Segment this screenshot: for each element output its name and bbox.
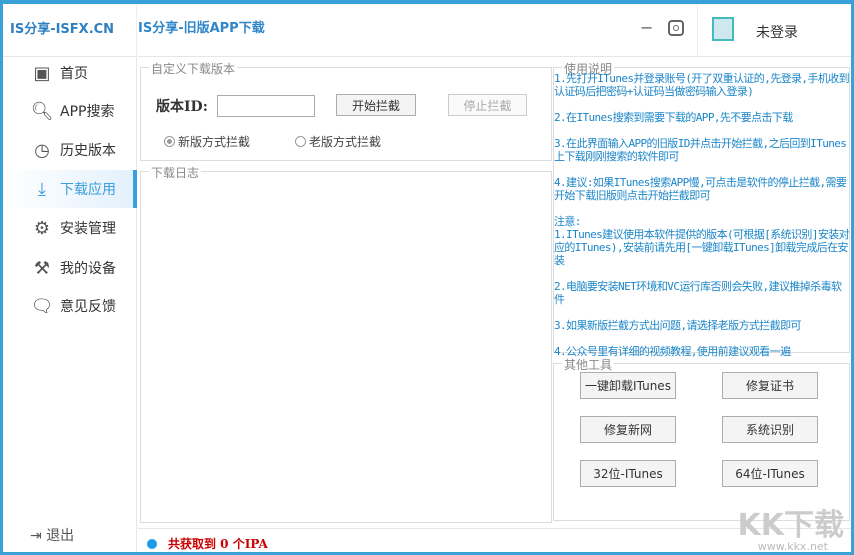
start-intercept-button[interactable]: 开始拦截 [336,94,416,116]
sidebar-item-install[interactable]: ⚙ 安装管理 [3,209,137,247]
logout-label: 退出 [46,528,75,544]
instructions-text: 1.先打开ITunes并登录账号(开了双重认证的,先登录,手机收到认证码后把密码… [554,72,850,371]
sidebar-item-app-search[interactable]: 🔍︎ APP搜索 [3,92,137,130]
app-brand: IS分享-ISFX.CN [10,22,115,37]
radio-checked-icon [164,136,175,147]
uninstall-itunes-button[interactable]: 一键卸载ITunes [580,372,676,399]
stop-intercept-button[interactable]: 停止拦截 [448,94,527,116]
instruction-item: 2.在ITunes搜索到需要下载的APP,先不要点击下载 [554,111,793,124]
version-id-input[interactable] [217,95,315,117]
settings-icon[interactable] [668,20,684,36]
status-text: 共获取到 0 个IPA [168,537,268,551]
sidebar-item-history[interactable]: ◷ 历史版本 [3,131,137,169]
watermark-url: www.kkx.net [757,540,828,553]
feedback-icon: 🗨 [30,295,54,317]
sidebar-item-feedback[interactable]: 🗨 意见反馈 [3,287,137,325]
avatar[interactable] [712,17,734,41]
watermark-logo: KK下载 [737,508,845,543]
instruction-item: 3.如果新版拦截方式出问题,请选择老版方式拦截即可 [554,319,801,332]
repair-network-button[interactable]: 修复新网 [580,416,676,443]
download-log-group: 下载日志 [140,164,552,523]
page-title: IS分享-旧版APP下载 [138,21,265,36]
logout-button[interactable]: ⇥ 退出 [30,525,74,545]
sidebar-item-label: 意见反馈 [60,299,116,315]
divider [136,4,137,57]
title-bar: IS分享-ISFX.CN IS分享-旧版APP下载 − 未登录 [0,0,854,57]
logout-icon: ⇥ [30,528,47,544]
sidebar-item-devices[interactable]: ⚒ 我的设备 [3,249,137,287]
radio-new-mode[interactable]: 新版方式拦截 [164,133,250,150]
sidebar-item-label: 首页 [60,66,88,82]
group-caption: 其他工具 [562,356,615,373]
sidebar-item-label: 我的设备 [60,261,116,277]
instruction-item: 3.在此界面输入APP的旧版ID并点击开始拦截,之后回到ITunes上下载刚刚搜… [554,137,847,163]
group-caption: 下载日志 [149,164,202,181]
minimize-button[interactable]: − [640,18,653,37]
group-caption: 自定义下载版本 [149,60,238,77]
divider [697,4,698,57]
sidebar: ▣ 首页 🔍︎ APP搜索 ◷ 历史版本 ⤓ 下载应用 ⚙ 安装管理 ⚒ 我的设备 🗨 意见反… [0,57,137,555]
instruction-item: 4.建议:如果ITunes搜索APP慢,可点击是软件的停止拦截,需要开始下载旧版… [554,176,847,202]
radio-unchecked-icon [295,136,306,147]
clock-icon: ◷ [34,139,50,161]
sidebar-item-download[interactable]: ⤓ 下载应用 [3,170,137,208]
sidebar-item-label: 下载应用 [60,182,116,198]
tools-icon: ⚒ [33,257,51,279]
sidebar-item-home[interactable]: ▣ 首页 [3,54,137,92]
login-button[interactable]: 未登录 [756,22,798,42]
instruction-item: 1.先打开ITunes并登录账号(开了双重认证的,先登录,手机收到认证码后把密码… [554,72,850,98]
sidebar-item-label: 安装管理 [60,221,116,237]
sidebar-item-label: 历史版本 [60,143,116,159]
search-icon: 🔍︎ [30,100,54,122]
itunes-32bit-button[interactable]: 32位-ITunes [580,460,676,487]
status-dot-icon [147,539,157,549]
radio-label: 老版方式拦截 [309,135,382,149]
radio-label: 新版方式拦截 [178,135,251,149]
radio-old-mode[interactable]: 老版方式拦截 [295,133,381,150]
home-icon: ▣ [33,62,51,84]
download-icon: ⤓ [38,178,46,200]
sidebar-item-label: APP搜索 [60,104,115,120]
install-icon: ⚙ [33,217,51,239]
itunes-64bit-button[interactable]: 64位-ITunes [722,460,818,487]
system-detect-button[interactable]: 系统识别 [722,416,818,443]
instruction-item: 2.电脑要安装NET环境和VC运行库否则会失败,建议推掉杀毒软件 [554,280,842,306]
version-id-label: 版本ID: [156,99,208,115]
repair-certificate-button[interactable]: 修复证书 [722,372,818,399]
instruction-item: 注意: 1.ITunes建议使用本软件提供的版本(可根据[系统识别]安装对应的I… [554,215,850,267]
